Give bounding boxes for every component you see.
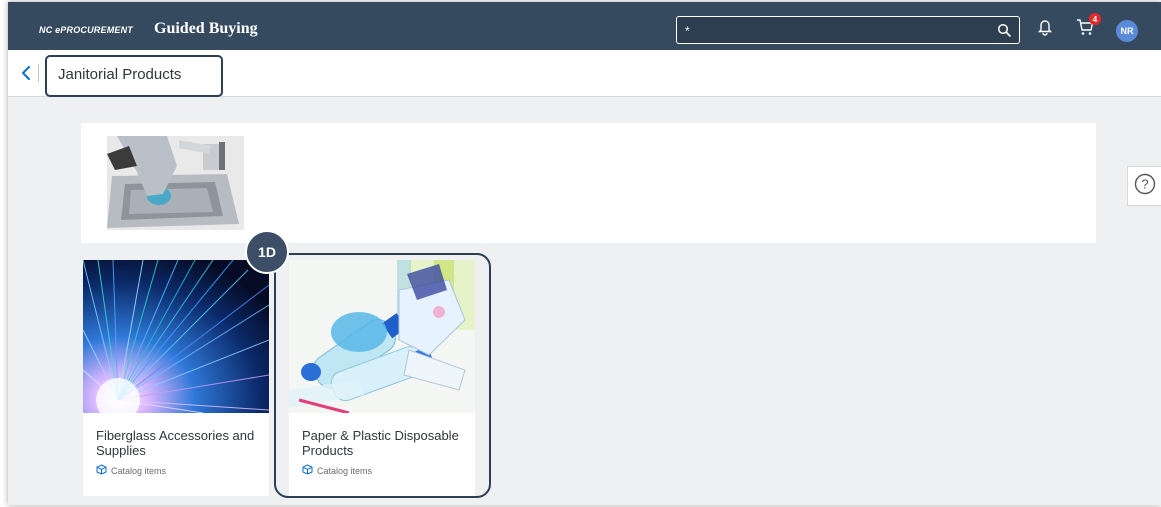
catalog-icon [96, 464, 111, 477]
cart-count-badge: 4 [1089, 13, 1101, 25]
back-icon[interactable] [18, 63, 34, 83]
brand-logo-text: NC ePROCUREMENT [39, 25, 134, 35]
tile-title: Fiberglass Accessories and Supplies [96, 428, 255, 458]
category-tile-paper-plastic[interactable]: Paper & Plastic Disposable Products Cata… [289, 260, 475, 496]
help-button[interactable]: ? [1127, 166, 1161, 206]
tile-image-fiber-optics [83, 260, 269, 413]
banner-image-sink [107, 136, 244, 230]
page-title-highlight: Janitorial Products [45, 55, 223, 97]
app-window: NC ePROCUREMENT Guided Buying * 4 NR Jan… [8, 2, 1161, 505]
shell-bar: NC ePROCUREMENT Guided Buying * 4 NR [8, 2, 1161, 50]
app-title[interactable]: Guided Buying [154, 20, 258, 38]
svg-text:?: ? [1141, 176, 1148, 191]
tile-image-plastic-bottles [289, 260, 475, 413]
search-field[interactable] [676, 16, 1020, 44]
search-icon[interactable] [997, 23, 1011, 42]
page-header: Janitorial Products [8, 50, 1161, 97]
title-divider [38, 64, 39, 82]
tile-subtitle-text: Catalog items [317, 465, 373, 476]
user-avatar[interactable]: NR [1116, 20, 1138, 42]
search-input[interactable] [683, 21, 987, 41]
category-banner [81, 123, 1096, 243]
catalog-icon [302, 464, 317, 477]
step-badge: 1D [245, 230, 289, 274]
category-tile-fiberglass[interactable]: Fiberglass Accessories and Supplies Cata… [83, 260, 269, 496]
tile-title: Paper & Plastic Disposable Products [302, 428, 459, 458]
help-icon: ? [1134, 173, 1156, 200]
bell-icon[interactable] [1037, 18, 1053, 41]
page-title: Janitorial Products [58, 66, 182, 83]
tile-subtitle: Catalog items [96, 464, 166, 477]
tile-subtitle: Catalog items [302, 464, 372, 477]
tile-subtitle-text: Catalog items [111, 465, 167, 476]
